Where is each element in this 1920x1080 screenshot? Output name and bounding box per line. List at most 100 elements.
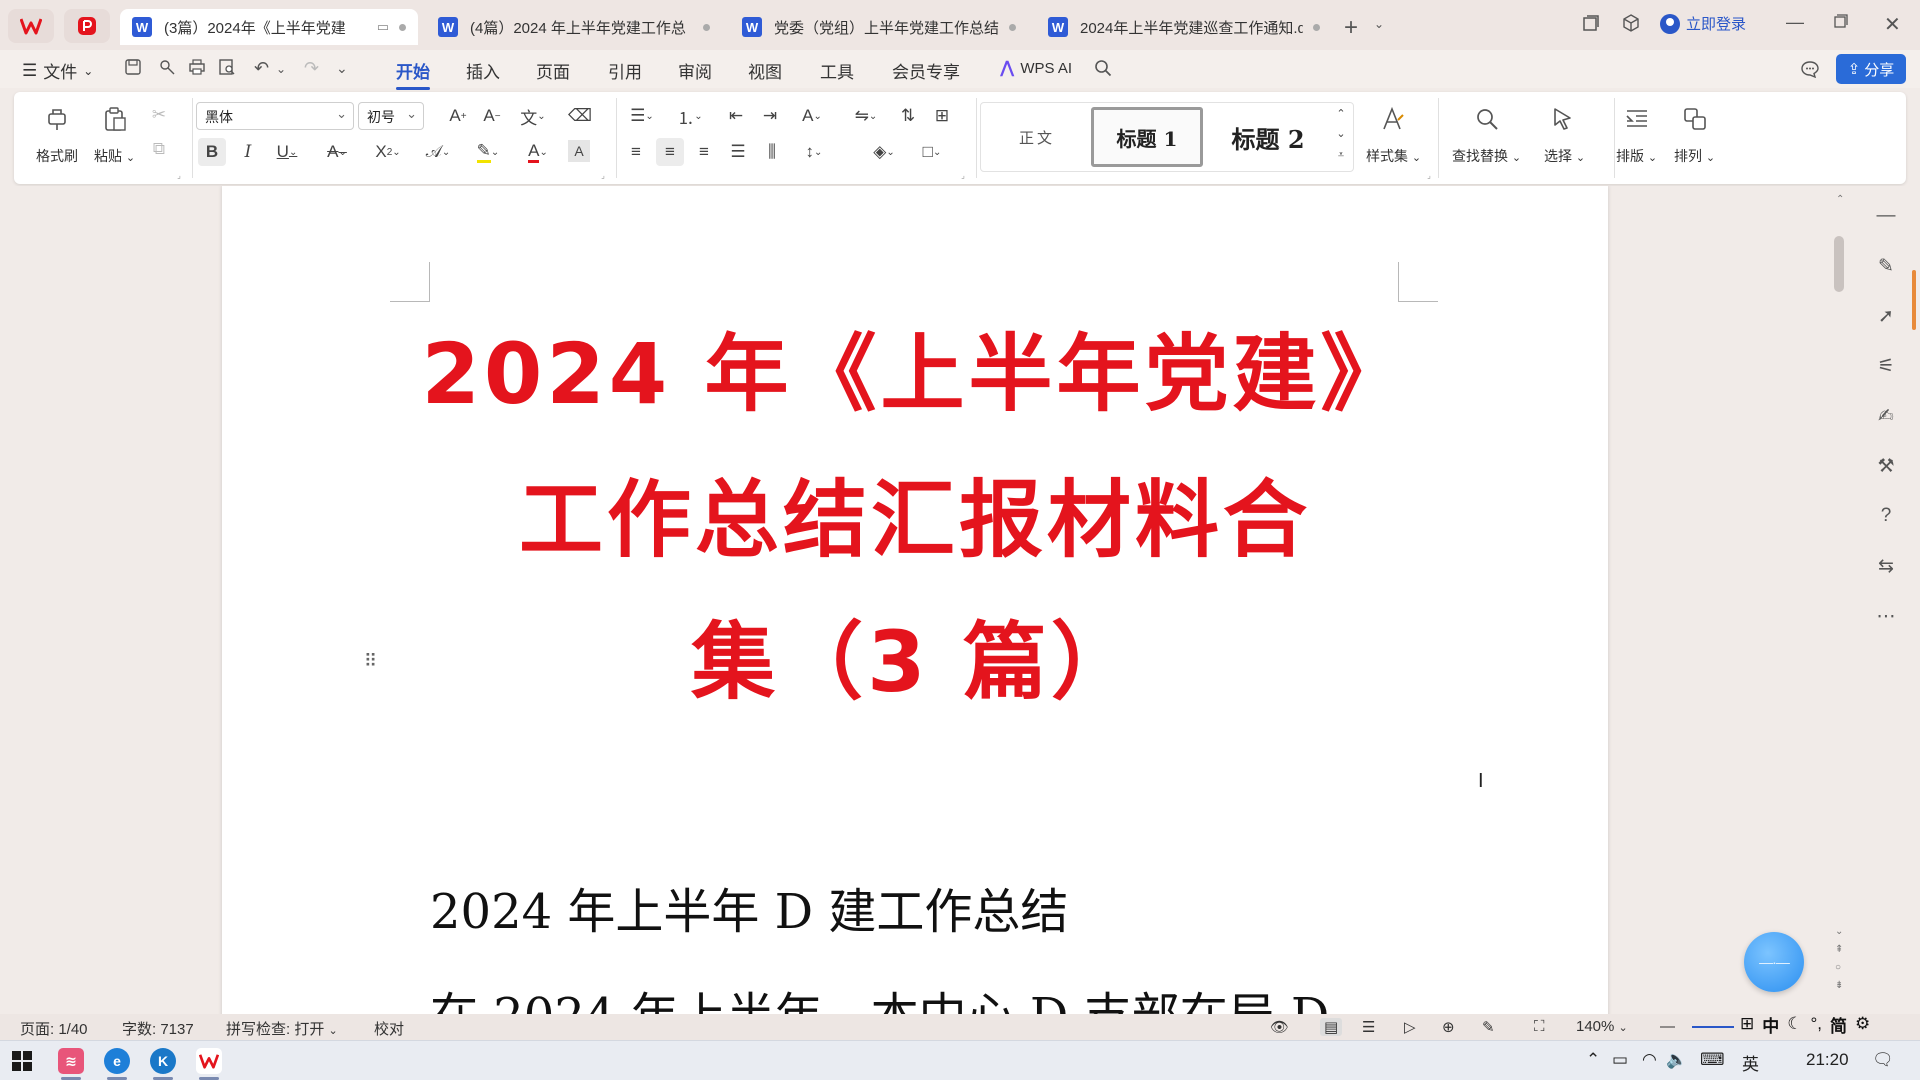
search-icon[interactable]: [1094, 59, 1112, 77]
italic-button[interactable]: I: [236, 138, 260, 166]
windows-start-icon[interactable]: [12, 1051, 32, 1071]
web-view-icon[interactable]: ⊕: [1442, 1018, 1455, 1036]
style-scroll-up-icon[interactable]: ⌃: [1333, 105, 1349, 121]
browse-object-icon[interactable]: ○: [1835, 962, 1841, 973]
menu-references[interactable]: 引用: [608, 58, 642, 83]
notification-icon[interactable]: 🗨: [1872, 1050, 1894, 1070]
format-painter-label[interactable]: 格式刷: [36, 146, 78, 166]
eye-protection-icon[interactable]: 👁: [1270, 1018, 1289, 1036]
style-normal[interactable]: 正文: [991, 107, 1083, 167]
zoom-out-icon[interactable]: —: [1660, 1018, 1675, 1035]
minimize-icon[interactable]: —: [1786, 12, 1804, 33]
tab-unsaved-dot[interactable]: [399, 23, 406, 31]
document-title-line-1[interactable]: 2024 年《上半年党建》: [222, 322, 1608, 426]
cube-icon[interactable]: [1622, 14, 1640, 32]
taskbar-media-app-icon[interactable]: ≋: [58, 1048, 84, 1080]
wps-home-button[interactable]: [8, 9, 54, 43]
taskbar-k-app-icon[interactable]: K: [150, 1048, 176, 1080]
font-color-button[interactable]: A ⌄: [518, 138, 558, 166]
copy-icon[interactable]: ⧉: [148, 138, 170, 160]
pointer-select-icon[interactable]: ➚: [1874, 304, 1898, 328]
format-painter-icon[interactable]: [42, 104, 72, 134]
next-page-icon[interactable]: ⇟: [1835, 980, 1843, 991]
zoom-slider[interactable]: [1692, 1026, 1734, 1028]
align-left-icon[interactable]: ≡: [624, 140, 648, 164]
menu-membership[interactable]: 会员专享: [892, 58, 960, 83]
increase-indent-icon[interactable]: ⇥: [758, 104, 782, 128]
highlight-button[interactable]: ✎ ⌄: [468, 138, 508, 166]
numbered-list-icon[interactable]: ⒈ ⌄: [672, 104, 708, 128]
spell-check-toggle[interactable]: 拼写检查: 打开 ⌄: [226, 1018, 338, 1039]
chat-icon[interactable]: [1800, 60, 1820, 78]
scroll-down-icon[interactable]: ⌄: [1835, 926, 1843, 937]
paragraph-launcher-icon[interactable]: ⌟: [958, 170, 968, 180]
style-set-button[interactable]: 样式集 ⌄: [1366, 146, 1421, 166]
cut-icon[interactable]: ✂: [148, 104, 170, 126]
vertical-scrollbar[interactable]: ⌃ ⌄ ⇞ ○ ⇟: [1832, 186, 1846, 1014]
tab-unsaved-dot[interactable]: [1009, 23, 1016, 31]
tray-expand-icon[interactable]: ⌃: [1586, 1050, 1600, 1070]
style-heading-2[interactable]: 标题 2: [1209, 107, 1327, 167]
tools-icon[interactable]: ⚒: [1874, 454, 1898, 478]
show-marks-icon[interactable]: ⊞: [930, 104, 954, 128]
decrease-indent-icon[interactable]: ⇤: [724, 104, 748, 128]
decrease-font-icon[interactable]: A −: [480, 104, 504, 128]
ime-settings-icon[interactable]: ⚙: [1855, 1014, 1870, 1034]
signature-icon[interactable]: ✍: [1874, 404, 1898, 428]
document-page[interactable]: 2024 年《上半年党建》 工作总结汇报材料合 集（3 篇） 2024 年上半年…: [222, 186, 1608, 1014]
export-icon[interactable]: [158, 58, 176, 76]
undo-icon[interactable]: ↶: [254, 58, 269, 79]
fit-page-icon[interactable]: ⛶: [1534, 1018, 1545, 1035]
save-icon[interactable]: [124, 58, 142, 76]
increase-font-icon[interactable]: A +: [446, 104, 470, 128]
wps-ai-button[interactable]: ⋀ WPS AI: [1000, 58, 1072, 78]
find-replace-button[interactable]: 查找替换 ⌄: [1452, 146, 1521, 166]
proofread-button[interactable]: 校对: [374, 1018, 404, 1039]
tab-doc-1[interactable]: W (3篇）2024年《上半年党建 ▭: [120, 9, 418, 45]
layout-button[interactable]: 排版 ⌄: [1616, 146, 1657, 166]
font-family-select[interactable]: 黑体 ⌄: [196, 102, 354, 130]
taskbar-edge-icon[interactable]: e: [104, 1048, 130, 1080]
window-view-icon[interactable]: [1582, 14, 1600, 32]
menu-view[interactable]: 视图: [748, 58, 782, 83]
scrollbar-thumb[interactable]: [1834, 236, 1844, 292]
style-heading-1[interactable]: 标题 1: [1091, 107, 1203, 167]
document-title-line-2[interactable]: 工作总结汇报材料合: [222, 468, 1608, 572]
bullet-list-icon[interactable]: ☰ ⌄: [624, 104, 660, 128]
font-size-select[interactable]: 初号 ⌄: [358, 102, 424, 130]
close-icon[interactable]: ✕: [1884, 12, 1901, 37]
ime-mode[interactable]: 中: [1762, 1012, 1779, 1037]
justify-icon[interactable]: ☰: [726, 140, 750, 164]
document-body-heading[interactable]: 2024 年上半年 D 建工作总结: [430, 872, 1068, 942]
layout-icon[interactable]: [1622, 104, 1652, 134]
write-mode-icon[interactable]: ✎: [1482, 1018, 1495, 1036]
outline-view-icon[interactable]: ☰: [1362, 1018, 1375, 1036]
pen-edit-icon[interactable]: ✎: [1874, 254, 1898, 278]
page-view-icon[interactable]: ▤: [1320, 1018, 1343, 1036]
battery-icon[interactable]: ▭: [1612, 1050, 1628, 1070]
document-body-paragraph[interactable]: 在 2024 年上半年，本中心 D 支部在局 D: [430, 976, 1329, 1014]
play-icon[interactable]: ▷: [1404, 1018, 1416, 1036]
superscript-button[interactable]: X 2 ⌄: [370, 138, 406, 166]
select-icon[interactable]: [1548, 104, 1578, 134]
find-replace-icon[interactable]: [1472, 104, 1502, 134]
ime-simplified[interactable]: 简: [1830, 1012, 1847, 1037]
phonetic-guide-icon[interactable]: 文 ⌄: [518, 104, 548, 128]
line-spacing-icon[interactable]: ↕ ⌄: [796, 140, 832, 164]
keyboard-icon[interactable]: ⌨: [1700, 1050, 1725, 1070]
scroll-top-icon[interactable]: ⌃: [1836, 194, 1844, 205]
undo-chevron-icon[interactable]: ⌄: [276, 62, 286, 76]
underline-button[interactable]: U ⌄: [270, 138, 304, 166]
volume-icon[interactable]: 🔈: [1666, 1050, 1687, 1070]
select-button[interactable]: 选择 ⌄: [1544, 146, 1585, 166]
share-button[interactable]: ⇪ 分享: [1836, 54, 1906, 84]
new-tab-icon[interactable]: +: [1344, 14, 1358, 42]
ime-language[interactable]: 英: [1742, 1050, 1759, 1075]
more-icon[interactable]: ⋯: [1874, 604, 1898, 628]
print-preview-icon[interactable]: [218, 58, 236, 76]
align-center-icon[interactable]: ≡: [656, 138, 684, 166]
strikethrough-button[interactable]: A ⌄: [320, 138, 354, 166]
style-set-icon[interactable]: [1378, 104, 1408, 134]
bold-button[interactable]: B: [198, 138, 226, 166]
tab-unsaved-dot[interactable]: [1313, 23, 1320, 31]
